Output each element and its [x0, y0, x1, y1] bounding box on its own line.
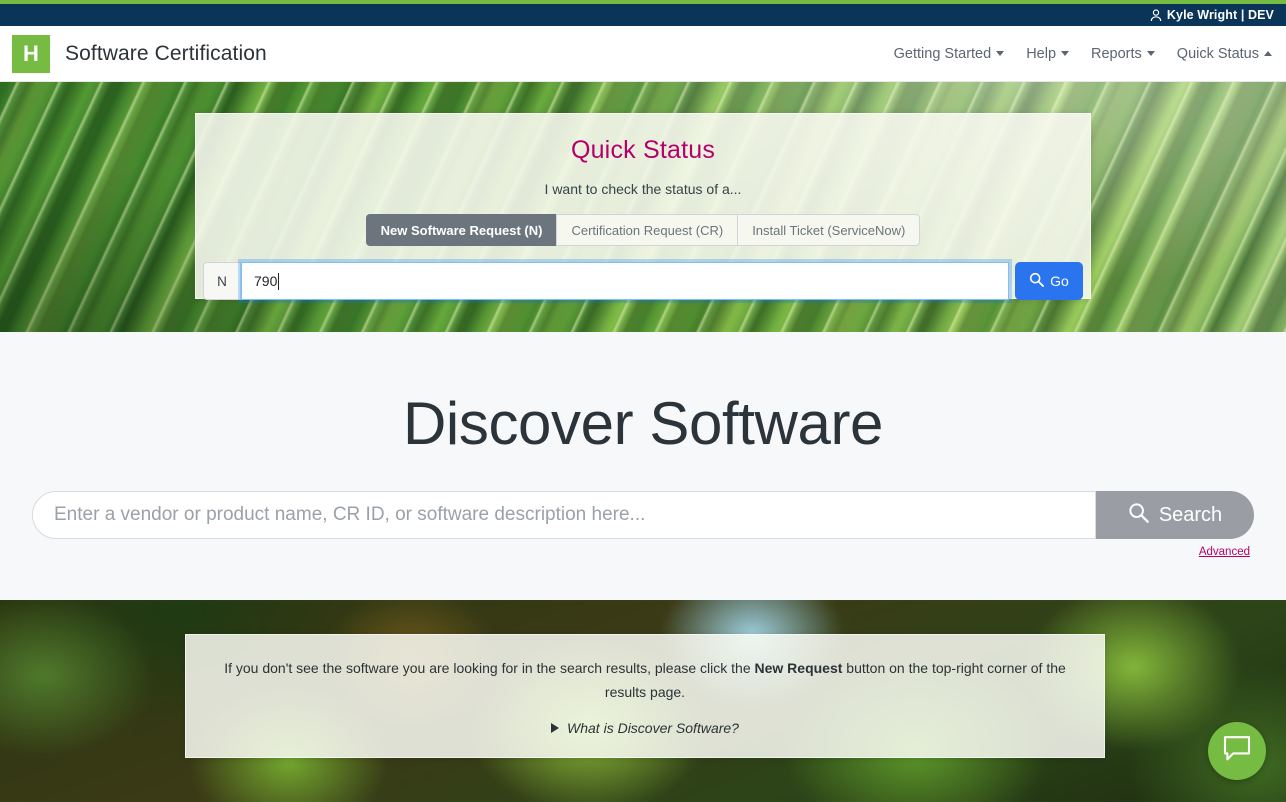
tab-install-ticket[interactable]: Install Ticket (ServiceNow) [737, 214, 921, 246]
nav-item-help[interactable]: Help [1026, 45, 1070, 62]
discover-section: Discover Software Enter a vendor or prod… [0, 332, 1286, 600]
chevron-down-icon [1146, 51, 1155, 56]
user-name-label: Kyle Wright | DEV [1166, 8, 1274, 22]
search-input[interactable]: Enter a vendor or product name, CR ID, o… [32, 491, 1096, 539]
person-icon [1150, 8, 1162, 22]
quick-status-title: Quick Status [570, 136, 716, 164]
quick-status-go-button[interactable]: Go [1015, 262, 1083, 300]
app-title: Software Certification [65, 41, 267, 65]
chevron-up-icon [1264, 51, 1272, 56]
info-card-text: If you don't see the software you are lo… [214, 656, 1076, 704]
search-button[interactable]: Search [1096, 491, 1254, 539]
what-is-discover-software-expander[interactable]: What is Discover Software? [214, 720, 1076, 736]
nav-label: Getting Started [893, 45, 992, 62]
text-cursor [278, 272, 280, 290]
info-text-before: If you don't see the software you are lo… [224, 660, 755, 676]
search-icon [1029, 272, 1045, 290]
quick-status-input-row: N 790 Go [196, 262, 1090, 300]
nav-label: Reports [1091, 45, 1142, 62]
nav-label: Help [1026, 45, 1057, 62]
utility-bar: Kyle Wright | DEV [0, 4, 1286, 26]
chat-button[interactable] [1208, 722, 1266, 780]
user-menu[interactable]: Kyle Wright | DEV [1150, 8, 1274, 22]
quick-status-subtitle: I want to check the status of a... [544, 181, 742, 197]
quick-status-input[interactable]: 790 [241, 262, 1009, 300]
expander-label: What is Discover Software? [567, 720, 739, 737]
info-text-emphasis: New Request [754, 660, 843, 676]
chat-bubble-icon [1222, 735, 1252, 768]
tab-new-software-request[interactable]: New Software Request (N) [365, 214, 557, 246]
advanced-search-row: Advanced [0, 546, 1250, 558]
request-prefix-label: N [203, 262, 241, 300]
discover-search-row: Enter a vendor or product name, CR ID, o… [32, 491, 1254, 539]
page-root: Kyle Wright | DEV H Software Certificati… [0, 0, 1286, 802]
quick-status-panel: Quick Status I want to check the status … [195, 113, 1091, 300]
chevron-down-icon [996, 51, 1005, 56]
nav-item-reports[interactable]: Reports [1091, 46, 1155, 62]
app-logo: H [12, 34, 50, 73]
tab-certification-request[interactable]: Certification Request (CR) [556, 214, 738, 246]
brand-block[interactable]: H Software Certification [0, 34, 267, 73]
go-button-label: Go [1050, 273, 1069, 289]
triangle-right-icon [551, 723, 560, 734]
nav-label: Quick Status [1176, 45, 1259, 62]
main-navigation: Getting Started Help Reports Quick Statu… [894, 46, 1286, 62]
app-header: H Software Certification Getting Started… [0, 26, 1286, 82]
quick-status-input-value: 790 [254, 273, 278, 289]
chevron-down-icon [1061, 51, 1070, 56]
search-button-label: Search [1158, 503, 1223, 526]
nav-item-getting-started[interactable]: Getting Started [894, 46, 1005, 62]
quick-status-tab-group: New Software Request (N) Certification R… [196, 214, 1090, 246]
page-title: Discover Software [402, 390, 884, 457]
advanced-search-link[interactable]: Advanced [1199, 546, 1250, 558]
nav-item-quick-status[interactable]: Quick Status [1177, 46, 1272, 62]
info-card: If you don't see the software you are lo… [185, 634, 1105, 758]
search-icon [1128, 502, 1149, 529]
